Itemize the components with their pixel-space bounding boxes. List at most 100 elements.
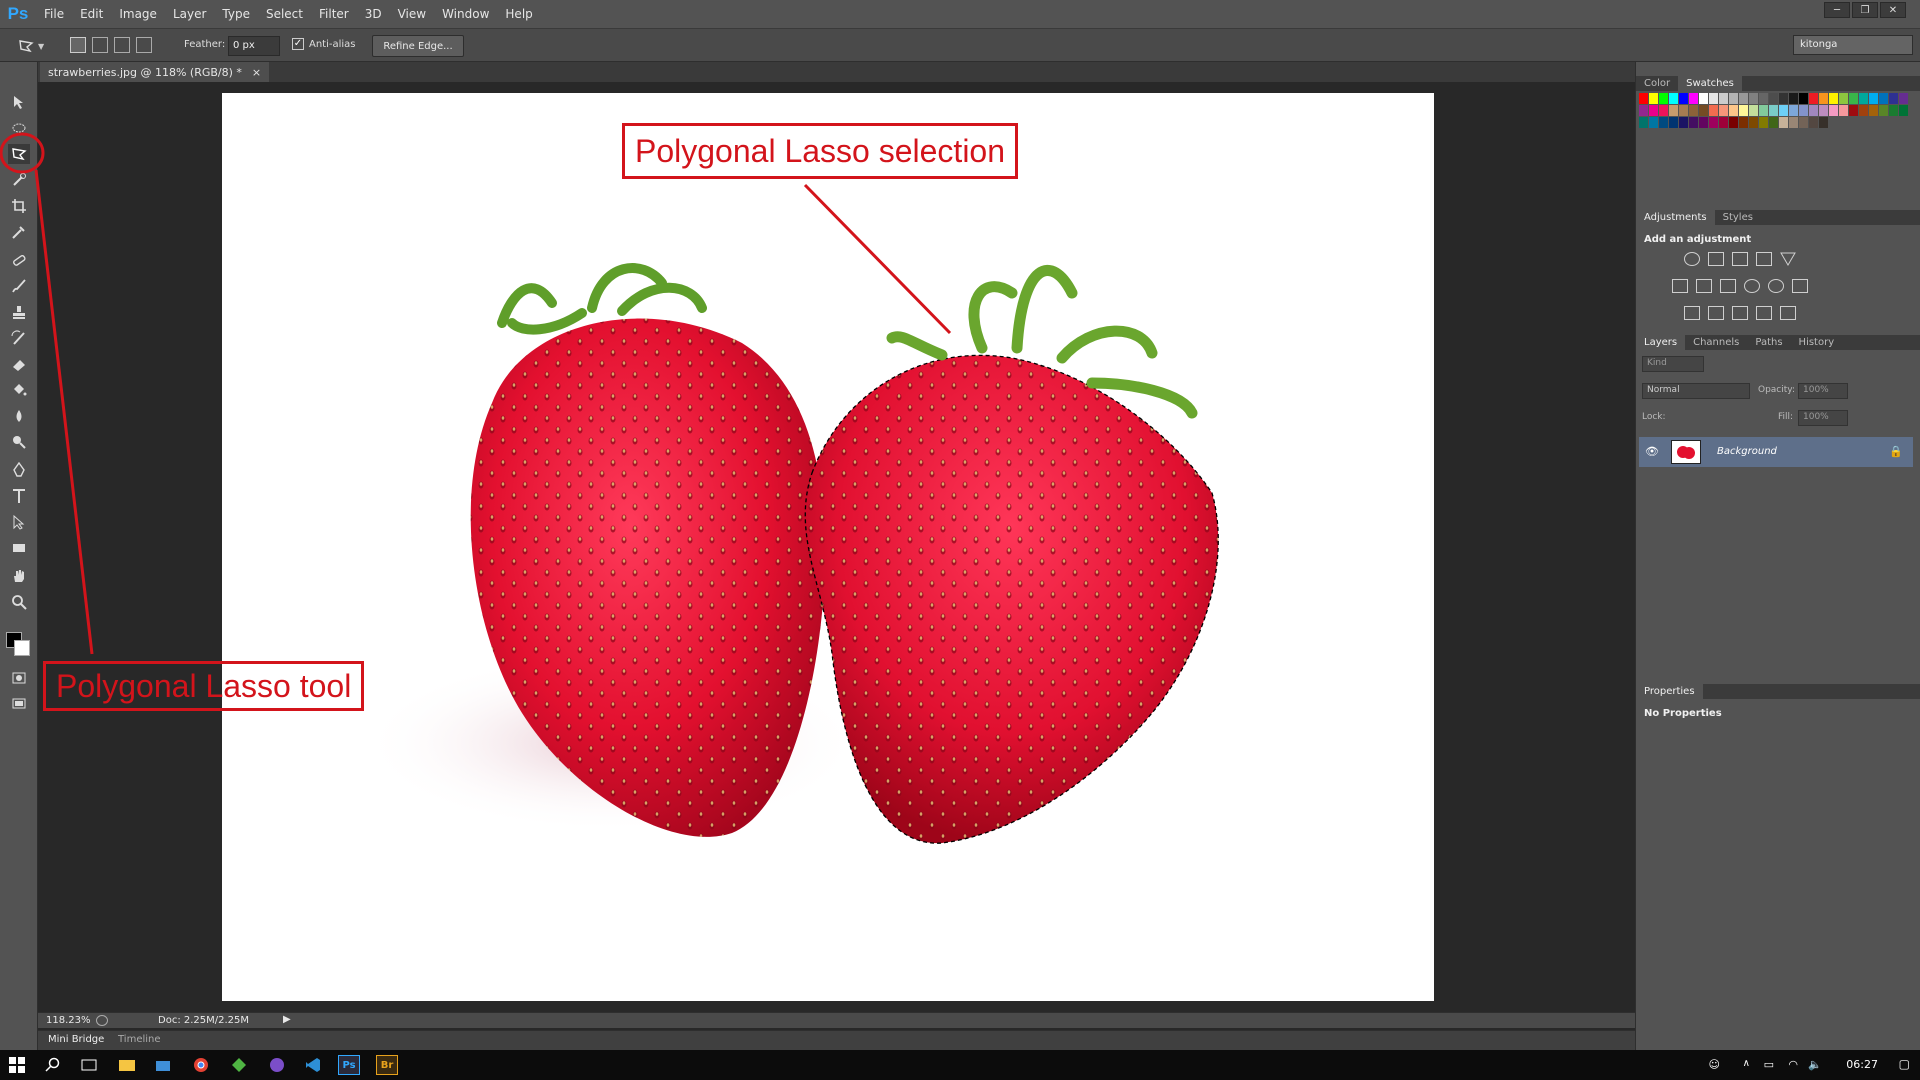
exposure-icon[interactable] bbox=[1756, 252, 1772, 266]
menu-3d[interactable]: 3D bbox=[357, 7, 390, 21]
tab-layers[interactable]: Layers bbox=[1636, 335, 1686, 350]
background-color-swatch[interactable] bbox=[14, 640, 30, 656]
vibrance-icon[interactable] bbox=[1780, 252, 1796, 266]
swatch[interactable] bbox=[1839, 93, 1848, 104]
swatch[interactable] bbox=[1709, 93, 1718, 104]
swatch[interactable] bbox=[1739, 117, 1748, 128]
hand-tool-icon[interactable] bbox=[8, 566, 30, 586]
color-lookup-icon[interactable] bbox=[1792, 279, 1808, 293]
file-explorer-icon[interactable] bbox=[116, 1055, 138, 1075]
path-selection-tool-icon[interactable] bbox=[8, 512, 30, 532]
swatch[interactable] bbox=[1659, 105, 1668, 116]
close-icon[interactable]: × bbox=[252, 66, 261, 79]
swatch[interactable] bbox=[1709, 105, 1718, 116]
swatch[interactable] bbox=[1769, 93, 1778, 104]
swatch[interactable] bbox=[1749, 105, 1758, 116]
app-icon[interactable] bbox=[266, 1055, 288, 1075]
swatch[interactable] bbox=[1819, 117, 1828, 128]
swatch[interactable] bbox=[1779, 93, 1788, 104]
invert-icon[interactable] bbox=[1684, 306, 1700, 320]
swatch[interactable] bbox=[1789, 105, 1798, 116]
opacity-input[interactable]: 100% bbox=[1798, 383, 1848, 399]
blend-mode-select[interactable]: Normal bbox=[1642, 383, 1750, 399]
brush-tool-icon[interactable] bbox=[8, 276, 30, 296]
swatches-grid[interactable] bbox=[1636, 93, 1909, 161]
swatch[interactable] bbox=[1699, 105, 1708, 116]
rectangle-tool-icon[interactable] bbox=[8, 538, 30, 558]
eye-icon[interactable]: 👁 bbox=[1645, 445, 1659, 458]
workspace-select[interactable]: kitonga bbox=[1793, 35, 1913, 55]
photo-filter-icon[interactable] bbox=[1744, 279, 1760, 293]
swatch[interactable] bbox=[1789, 93, 1798, 104]
swatch[interactable] bbox=[1829, 93, 1838, 104]
tab-properties[interactable]: Properties bbox=[1636, 684, 1703, 699]
channel-mixer-icon[interactable] bbox=[1768, 279, 1784, 293]
color-balance-icon[interactable] bbox=[1696, 279, 1712, 293]
swatch[interactable] bbox=[1659, 117, 1668, 128]
close-icon[interactable]: ✕ bbox=[1880, 2, 1906, 18]
new-selection-icon[interactable] bbox=[70, 37, 86, 53]
swatch[interactable] bbox=[1799, 93, 1808, 104]
swatch[interactable] bbox=[1729, 93, 1738, 104]
swatch[interactable] bbox=[1779, 105, 1788, 116]
people-icon[interactable]: ☺ bbox=[1709, 1058, 1720, 1071]
swatch[interactable] bbox=[1659, 93, 1668, 104]
hue-saturation-icon[interactable] bbox=[1672, 279, 1688, 293]
quick-selection-tool-icon[interactable] bbox=[8, 170, 30, 190]
add-to-selection-icon[interactable] bbox=[92, 37, 108, 53]
tab-swatches[interactable]: Swatches bbox=[1678, 76, 1742, 91]
swatch[interactable] bbox=[1859, 105, 1868, 116]
blur-tool-icon[interactable] bbox=[8, 406, 30, 426]
swatch[interactable] bbox=[1869, 93, 1878, 104]
status-info-icon[interactable] bbox=[96, 1015, 108, 1026]
swatch[interactable] bbox=[1669, 105, 1678, 116]
feather-input[interactable]: 0 px bbox=[228, 36, 280, 56]
fill-input[interactable]: 100% bbox=[1798, 410, 1848, 426]
pen-tool-icon[interactable] bbox=[8, 460, 30, 480]
sourcetree-icon[interactable] bbox=[228, 1055, 250, 1075]
clock[interactable]: 06:27 bbox=[1846, 1058, 1878, 1071]
threshold-icon[interactable] bbox=[1732, 306, 1748, 320]
swatch[interactable] bbox=[1789, 117, 1798, 128]
swatch[interactable] bbox=[1829, 105, 1838, 116]
tab-timeline[interactable]: Timeline bbox=[118, 1034, 161, 1045]
menu-image[interactable]: Image bbox=[111, 7, 165, 21]
paint-bucket-tool-icon[interactable] bbox=[8, 380, 30, 400]
swatch[interactable] bbox=[1689, 117, 1698, 128]
posterize-icon[interactable] bbox=[1708, 306, 1724, 320]
tab-mini-bridge[interactable]: Mini Bridge bbox=[48, 1034, 104, 1045]
swatch[interactable] bbox=[1719, 117, 1728, 128]
document-tab[interactable]: strawberries.jpg @ 118% (RGB/8) * × bbox=[40, 62, 270, 82]
swatch[interactable] bbox=[1809, 105, 1818, 116]
windows-start-icon[interactable] bbox=[6, 1055, 28, 1075]
crop-tool-icon[interactable] bbox=[8, 196, 30, 216]
layer-row-background[interactable]: 👁 Background 🔒 bbox=[1639, 437, 1913, 467]
vscode-icon[interactable] bbox=[302, 1055, 324, 1075]
swatch[interactable] bbox=[1689, 105, 1698, 116]
swatch[interactable] bbox=[1679, 105, 1688, 116]
swatch[interactable] bbox=[1749, 117, 1758, 128]
swatch[interactable] bbox=[1819, 93, 1828, 104]
swatch[interactable] bbox=[1769, 105, 1778, 116]
black-white-icon[interactable] bbox=[1720, 279, 1736, 293]
swatch[interactable] bbox=[1879, 105, 1888, 116]
zoom-tool-icon[interactable] bbox=[8, 592, 30, 612]
minimize-icon[interactable]: ─ bbox=[1824, 2, 1850, 18]
gradient-map-icon[interactable] bbox=[1780, 306, 1796, 320]
zoom-level[interactable]: 118.23% bbox=[46, 1015, 91, 1026]
chrome-icon[interactable] bbox=[190, 1055, 212, 1075]
swatch[interactable] bbox=[1669, 93, 1678, 104]
menu-edit[interactable]: Edit bbox=[72, 7, 111, 21]
tab-color[interactable]: Color bbox=[1636, 76, 1678, 91]
screen-mode-icon[interactable] bbox=[8, 694, 30, 714]
document-canvas[interactable] bbox=[222, 93, 1434, 1001]
swatch[interactable] bbox=[1699, 117, 1708, 128]
antialias-checkbox[interactable]: ✓ bbox=[292, 38, 304, 50]
swatch[interactable] bbox=[1859, 93, 1868, 104]
status-menu-arrow-icon[interactable]: ▶ bbox=[283, 1014, 291, 1025]
curves-icon[interactable] bbox=[1732, 252, 1748, 266]
menu-layer[interactable]: Layer bbox=[165, 7, 214, 21]
swatch[interactable] bbox=[1649, 117, 1658, 128]
subtract-selection-icon[interactable] bbox=[114, 37, 130, 53]
swatch[interactable] bbox=[1729, 105, 1738, 116]
